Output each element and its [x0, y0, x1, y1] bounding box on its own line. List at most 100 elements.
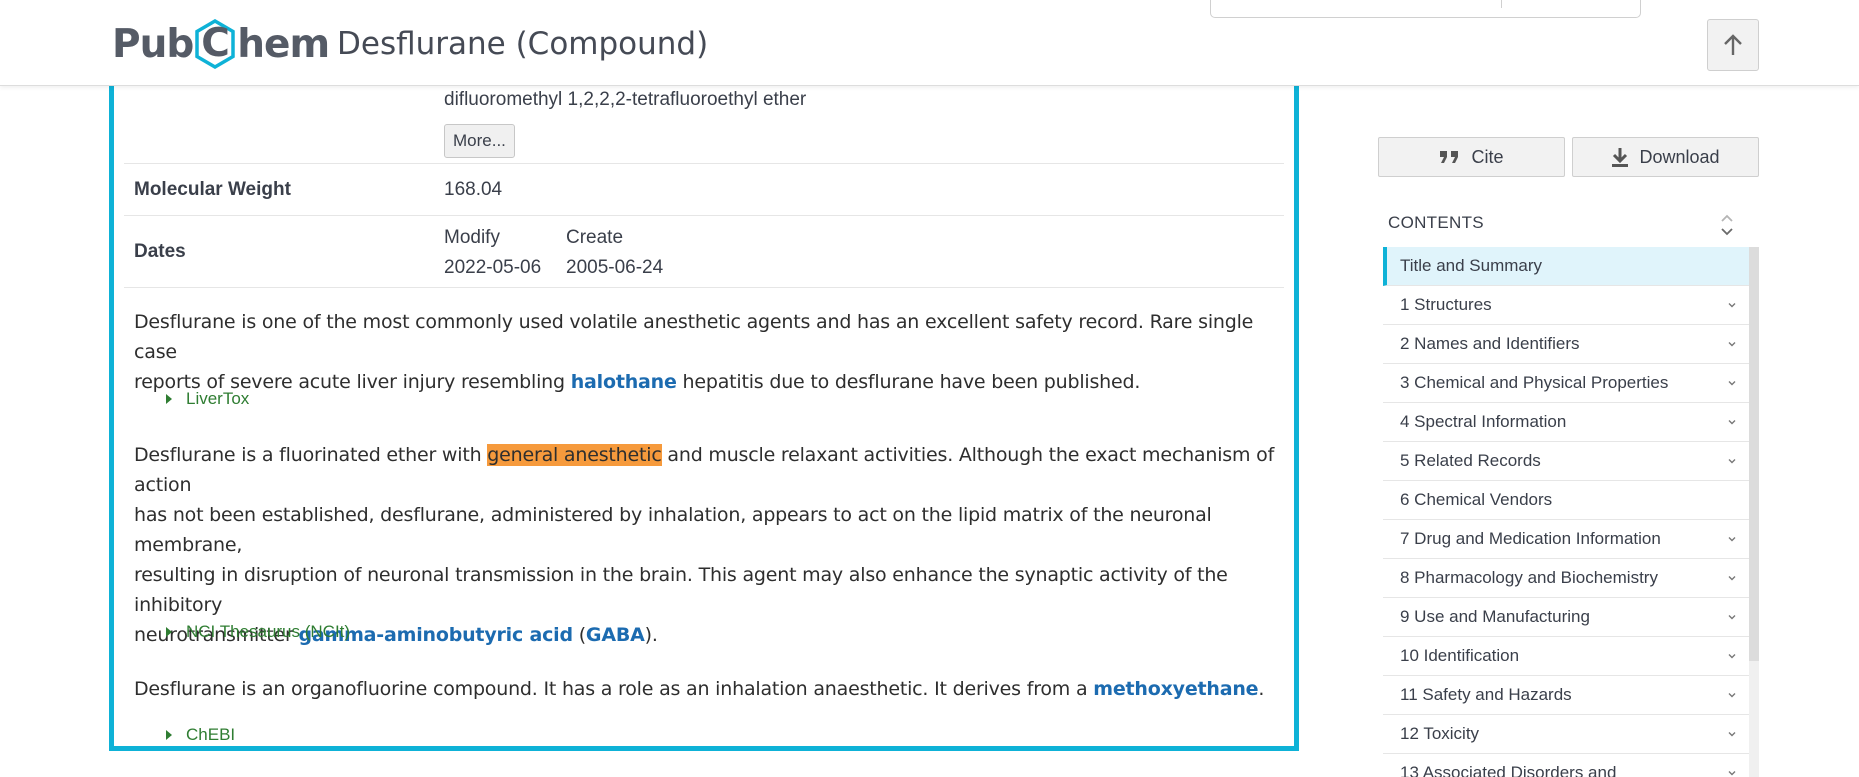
caret-right-icon	[166, 730, 172, 740]
chevron-down-icon[interactable]	[1727, 729, 1737, 739]
desc-text: ).	[644, 624, 658, 646]
methoxyethane-link[interactable]: methoxyethane	[1093, 678, 1258, 700]
desc-text: Desflurane is a fluorinated ether with	[134, 444, 488, 466]
hexagon-logo-icon: C	[193, 19, 237, 69]
toc-item-label: 10 Identification	[1400, 646, 1520, 665]
toc-item[interactable]: 2 Names and Identifiers	[1383, 325, 1749, 364]
logo-text-hem: hem	[237, 21, 330, 67]
molecular-weight-value: 168.04	[444, 179, 503, 200]
molecular-weight-label: Molecular Weight	[134, 179, 291, 200]
desc-line: resulting in disruption of neuronal tran…	[134, 564, 1228, 616]
toc-item-label: 11 Safety and Hazards	[1400, 685, 1572, 704]
source-label: NCI Thesaurus (NCIt)	[186, 622, 351, 641]
desc-line: Desflurane is one of the most commonly u…	[134, 311, 1254, 363]
chevron-down-icon[interactable]	[1727, 651, 1737, 661]
download-label: Download	[1639, 146, 1720, 167]
chevron-down-icon[interactable]	[1727, 768, 1737, 777]
dates-row: Dates Modify Create 2022-05-06 2005-06-2…	[124, 216, 1284, 288]
more-synonyms-button[interactable]: More...	[444, 124, 515, 158]
synonym-text: difluoromethyl 1,2,2,2-tetrafluoroethyl …	[444, 89, 807, 110]
desc-line: has not been established, desflurane, ad…	[134, 504, 1212, 556]
desc-text: hepatitis due to desflurane have been pu…	[676, 371, 1141, 393]
toc-item[interactable]: 3 Chemical and Physical Properties	[1383, 364, 1749, 403]
source-ncit[interactable]: NCI Thesaurus (NCIt)	[166, 622, 350, 642]
source-livertox[interactable]: LiverTox	[166, 389, 249, 409]
caret-right-icon	[166, 627, 172, 637]
toc-item-label: 4 Spectral Information	[1400, 412, 1567, 431]
toc-item[interactable]: Title and Summary	[1383, 247, 1749, 286]
table-of-contents: Title and Summary 1 Structures 2 Names and…	[1383, 247, 1759, 777]
toc-item-label: 6 Chemical Vendors	[1400, 490, 1553, 509]
toc-item-label: 1 Structures	[1400, 295, 1492, 314]
logo-text-pub: Pub	[112, 21, 194, 67]
toc-item-label: 7 Drug and Medication Information	[1400, 529, 1661, 548]
description-chebi: Desflurane is an organofluorine compound…	[134, 674, 1294, 704]
toc-item-label: 13 Associated Disorders and	[1400, 763, 1617, 777]
toc-scrollbar[interactable]	[1749, 247, 1759, 777]
download-icon	[1612, 148, 1629, 167]
molecular-weight-row: Molecular Weight 168.04	[124, 164, 1284, 216]
toc-item[interactable]: 9 Use and Manufacturing	[1383, 598, 1749, 637]
toc-item[interactable]: 13 Associated Disorders and	[1383, 754, 1749, 777]
toc-item-label: Title and Summary	[1400, 256, 1543, 275]
create-date: 2005-06-24	[566, 257, 664, 278]
description-ncit: Desflurane is a fluorinated ether with g…	[134, 440, 1294, 650]
chevron-down-icon[interactable]	[1727, 339, 1737, 349]
toc-item[interactable]: 8 Pharmacology and Biochemistry	[1383, 559, 1749, 598]
sort-icon[interactable]	[1719, 212, 1735, 238]
search-dropdown-edge[interactable]	[1210, 0, 1641, 18]
quote-icon	[1440, 151, 1459, 163]
source-chebi[interactable]: ChEBI	[166, 725, 235, 745]
toc-item[interactable]: 5 Related Records	[1383, 442, 1749, 481]
gaba-link[interactable]: GABA	[586, 624, 645, 646]
cite-label: Cite	[1471, 146, 1504, 167]
search-highlight: general anesthetic	[487, 444, 662, 466]
desc-text: Desflurane is an organofluorine compound…	[134, 678, 1094, 700]
toc-item-label: 8 Pharmacology and Biochemistry	[1400, 568, 1658, 587]
chevron-down-icon[interactable]	[1727, 534, 1737, 544]
toc-item[interactable]: 10 Identification	[1383, 637, 1749, 676]
pubchem-logo[interactable]: Pub C hem	[112, 16, 330, 72]
toc-scroll-thumb[interactable]	[1749, 247, 1759, 661]
toc-item-label: 5 Related Records	[1400, 451, 1541, 470]
cite-button[interactable]: Cite	[1378, 137, 1565, 177]
source-label: LiverTox	[186, 389, 250, 408]
toc-item-label: 2 Names and Identifiers	[1400, 334, 1580, 353]
source-label: ChEBI	[186, 725, 236, 744]
chevron-down-icon[interactable]	[1727, 300, 1737, 310]
modify-label: Modify	[444, 227, 500, 248]
arrow-up-icon	[1724, 34, 1742, 55]
toc-item[interactable]: 4 Spectral Information	[1383, 403, 1749, 442]
chevron-down-icon[interactable]	[1727, 456, 1737, 466]
desc-line: Desflurane is an organofluorine compound…	[134, 674, 1294, 704]
chevron-down-icon[interactable]	[1727, 417, 1737, 427]
top-header: Pub C hem Desflurane (Compound)	[0, 0, 1859, 86]
summary-panel: difluoromethyl 1,2,2,2-tetrafluoroethyl …	[109, 40, 1299, 751]
chevron-down-icon[interactable]	[1727, 612, 1737, 622]
scroll-top-button[interactable]	[1707, 19, 1759, 71]
logo-text-c: C	[201, 21, 230, 66]
toc-item[interactable]: 1 Structures	[1383, 286, 1749, 325]
caret-right-icon	[166, 394, 172, 404]
toc-item-label: 9 Use and Manufacturing	[1400, 607, 1590, 626]
description-livertox: Desflurane is one of the most commonly u…	[134, 307, 1294, 397]
dates-label: Dates	[134, 241, 186, 262]
download-button[interactable]: Download	[1572, 137, 1759, 177]
toc-item[interactable]: 12 Toxicity	[1383, 715, 1749, 754]
create-label: Create	[566, 227, 624, 248]
contents-heading: CONTENTS	[1388, 213, 1484, 232]
chevron-down-icon[interactable]	[1727, 378, 1737, 388]
toc-item[interactable]: 11 Safety and Hazards	[1383, 676, 1749, 715]
chevron-down-icon[interactable]	[1727, 690, 1737, 700]
desc-text: (	[572, 624, 586, 646]
modify-date: 2022-05-06	[444, 257, 542, 278]
toc-item[interactable]: 7 Drug and Medication Information	[1383, 520, 1749, 559]
desc-line: reports of severe acute liver injury res…	[134, 367, 1294, 397]
desc-text: .	[1258, 678, 1265, 700]
halothane-link[interactable]: halothane	[571, 371, 677, 393]
chevron-down-icon[interactable]	[1727, 573, 1737, 583]
toc-item-label: 3 Chemical and Physical Properties	[1400, 373, 1669, 392]
toc-item-label: 12 Toxicity	[1400, 724, 1480, 743]
page-title: Desflurane (Compound)	[337, 26, 709, 62]
toc-item[interactable]: 6 Chemical Vendors	[1383, 481, 1749, 520]
